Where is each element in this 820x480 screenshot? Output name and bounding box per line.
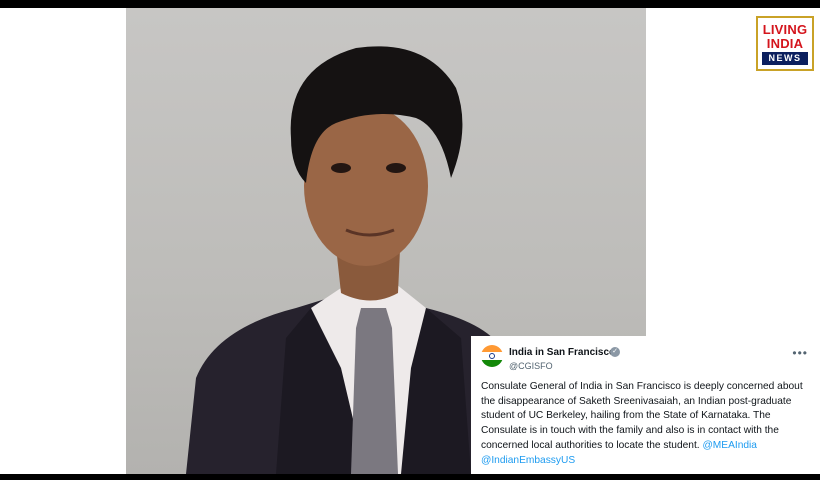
- mention-indian-embassy-us[interactable]: @IndianEmbassyUS: [481, 455, 575, 466]
- news-frame: LIVING INDIA NEWS India in San Francisco…: [0, 8, 820, 474]
- logo-line-1: LIVING: [762, 22, 808, 37]
- tweet-display-name[interactable]: India in San Francisco: [509, 347, 615, 358]
- tweet-card: India in San Francisco ✓ @CGISFO ••• Con…: [471, 336, 820, 474]
- logo-line-3: NEWS: [762, 52, 808, 65]
- living-india-news-logo: LIVING INDIA NEWS: [756, 16, 814, 71]
- verified-badge-icon: ✓: [610, 347, 620, 357]
- tweet-handle[interactable]: @CGISFO: [509, 361, 553, 371]
- more-options-icon[interactable]: •••: [792, 346, 808, 360]
- tweet-header: India in San Francisco ✓ @CGISFO •••: [481, 344, 810, 374]
- tweet-text: Consulate General of India in San Franci…: [481, 380, 810, 468]
- mention-mea-india[interactable]: @MEAIndia: [702, 440, 757, 451]
- india-flag-avatar[interactable]: [481, 345, 503, 367]
- logo-line-2: INDIA: [766, 36, 804, 51]
